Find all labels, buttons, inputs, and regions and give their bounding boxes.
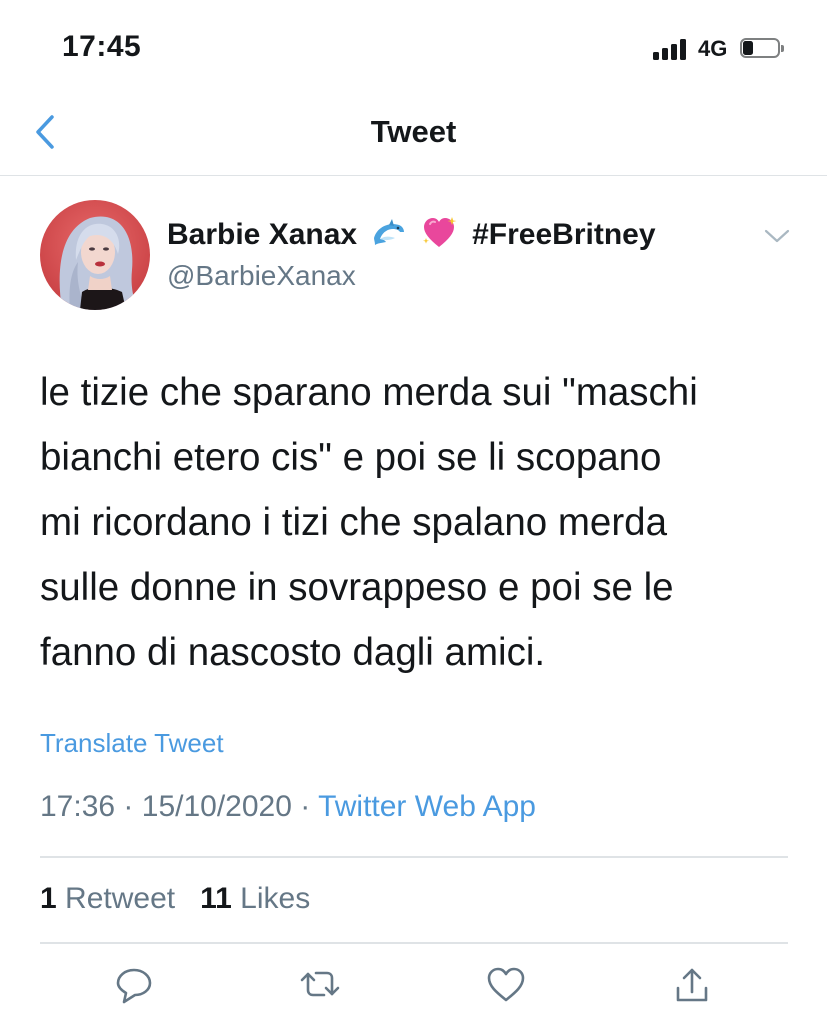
display-name[interactable]: Barbie Xanax #FreeBritney [167,216,656,258]
battery-icon [740,38,786,60]
tweet-text-line: bianchi etero cis" e poi se li scopano [40,436,662,479]
retweet-button[interactable] [298,962,342,1006]
status-bar: 17:45 4G [0,0,827,90]
tweet-text-line: sulle donne in sovrappeso e poi se le [40,566,674,609]
tweet-stats: 1 Retweet 11 Likes [40,882,310,916]
tweet-text-line: le tizie che sparano merda sui "maschi [40,371,698,414]
like-button[interactable] [484,962,528,1006]
tweet-text-line: fanno di nascosto dagli amici. [40,631,546,674]
likes-stat[interactable]: 11 Likes [200,882,310,915]
share-icon [676,968,708,1002]
meta-separator: · [123,790,134,823]
share-button[interactable] [670,962,714,1006]
divider [40,942,788,944]
like-count: 11 [200,882,232,915]
tweet-source-link[interactable]: Twitter Web App [318,790,536,823]
user-handle[interactable]: @BarbieXanax [167,260,356,292]
nav-bar: Tweet [0,90,827,176]
heart-icon [487,967,525,1002]
retweet-icon [300,971,340,997]
reply-button[interactable] [112,962,156,1006]
tweet-text-line: mi ricordano i tizi che spalano merda [40,501,667,544]
tweet-date: 15/10/2020 [141,790,292,823]
status-time: 17:45 [62,30,142,63]
display-name-text: Barbie Xanax [167,218,358,251]
hashtag[interactable]: #FreeBritney [472,218,655,251]
page-title: Tweet [370,114,457,149]
retweets-stat[interactable]: 1 Retweet [40,882,175,915]
retweet-label: Retweet [65,882,176,915]
divider [40,856,788,858]
sparkling-heart-emoji [422,216,458,258]
reply-icon [116,968,152,1004]
network-type: 4G [698,36,728,61]
tweet-meta: 17:36 · 15/10/2020 · Twitter Web App [40,790,536,824]
like-label: Likes [240,882,311,915]
tweet-text: le tizie che sparano merda sui "maschi b… [40,360,800,685]
chevron-down-icon [764,229,790,243]
more-options-button[interactable] [762,224,792,248]
cellular-signal-icon [653,38,691,60]
translate-tweet-link[interactable]: Translate Tweet [40,728,224,759]
dolphin-emoji [371,218,407,258]
meta-separator: · [300,790,311,823]
retweet-count: 1 [40,882,57,915]
avatar[interactable] [40,200,150,310]
avatar-image [40,200,150,310]
tweet-time: 17:36 [40,790,116,823]
